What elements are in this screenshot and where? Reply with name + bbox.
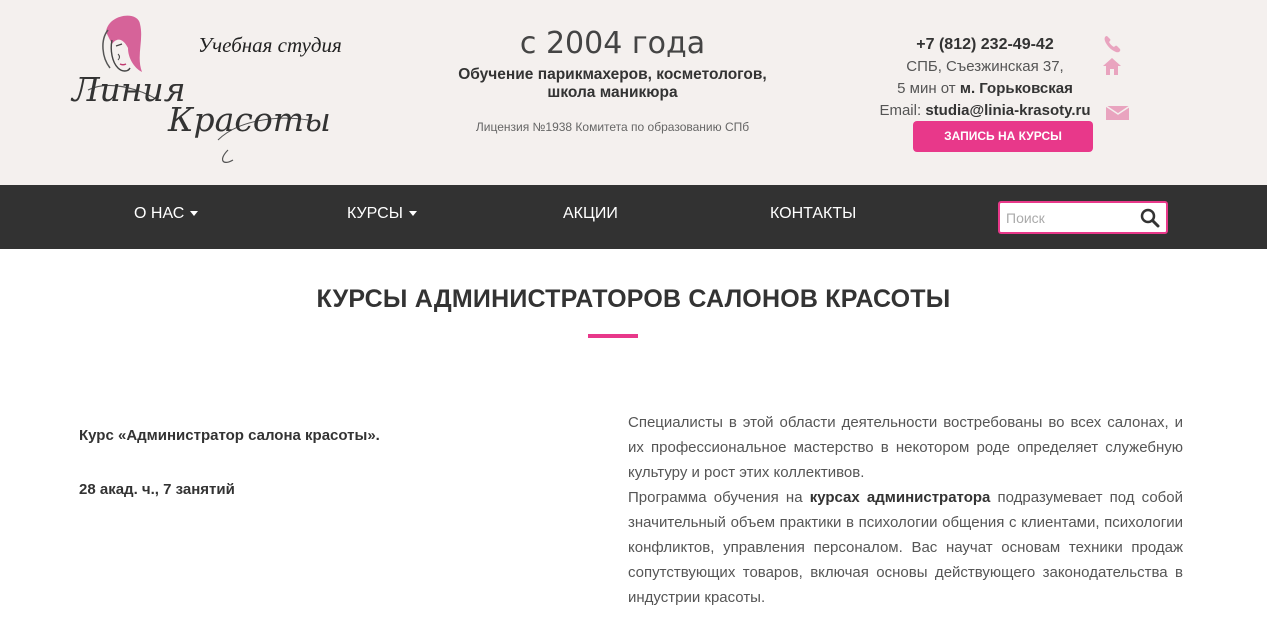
course-summary: Курс «Администратор салона красоты». 28 … [79,426,559,534]
email-line: Email: studia@linia-krasoty.ru [835,100,1135,122]
nav-item-about-label: О НАС [134,205,185,222]
course-hours: 28 акад. ч., 7 занятий [79,481,235,498]
phone-number[interactable]: +7 (812) 232-49-42 [835,34,1135,56]
signup-button[interactable]: ЗАПИСЬ НА КУРСЫ [913,121,1093,152]
education-line2: школа маникюра [547,84,678,101]
nav-item-promotions[interactable]: АКЦИИ [563,185,618,249]
nav-item-contacts[interactable]: КОНТАКТЫ [770,185,856,249]
para2-end: подразумевает под собой значительный объ… [628,489,1183,606]
mail-icon [1105,105,1129,120]
search-input[interactable] [1006,208,1136,228]
address: СПБ, Съезжинская 37, [906,58,1064,75]
email-label: Email: [879,102,922,119]
description-paragraph-2: Программа обучения на курсах администрат… [628,485,1183,610]
since-year: с 2004 года [519,26,706,61]
para2-start: Программа обучения на [628,489,803,506]
metro-station: м. Горьковская [959,80,1073,97]
metro-prefix: 5 мин от [897,80,956,97]
header-contacts: +7 (812) 232-49-42 СПБ, Съезжинская 37, … [835,34,1135,122]
caret-down-icon [190,211,199,217]
title-underline [588,334,638,338]
course-description: Специалисты в этой области деятельности … [628,410,1183,610]
main-nav: О НАС КУРСЫ АКЦИИ КОНТАКТЫ [0,185,1267,249]
caret-down-icon [408,211,417,217]
email-link[interactable]: studia@linia-krasoty.ru [925,102,1090,119]
nav-item-about[interactable]: О НАС [134,185,199,249]
nav-item-contacts-label: КОНТАКТЫ [770,205,857,222]
site-header: Учебная студия Линия Красоты с 2004 года… [0,0,1267,185]
course-name: Курс «Администратор салона красоты». [79,427,380,444]
nav-item-promotions-label: АКЦИИ [563,205,618,222]
header-center: с 2004 года Обучение парикмахеров, косме… [400,26,825,134]
education-line1: Обучение парикмахеров, косметологов, [458,66,767,83]
nav-item-courses[interactable]: КУРСЫ [347,185,417,249]
phone-icon [1104,36,1121,53]
description-paragraph-1: Специалисты в этой области деятельности … [628,414,1183,481]
home-icon [1103,58,1121,75]
license-text: Лицензия №1938 Комитета по образованию С… [475,120,750,134]
nav-item-courses-label: КУРСЫ [347,205,403,222]
logo-script-line2: Красоты [168,100,331,139]
logo-studio-text: Учебная студия [198,33,342,57]
search-icon[interactable] [1140,208,1160,228]
para2-bold: курсах администратора [809,489,991,506]
page-title: КУРСЫ АДМИНИСТРАТОРОВ САЛОНОВ КРАСОТЫ [316,285,951,313]
search-box [998,201,1168,234]
metro-line: 5 мин от м. Горьковская [835,78,1135,100]
